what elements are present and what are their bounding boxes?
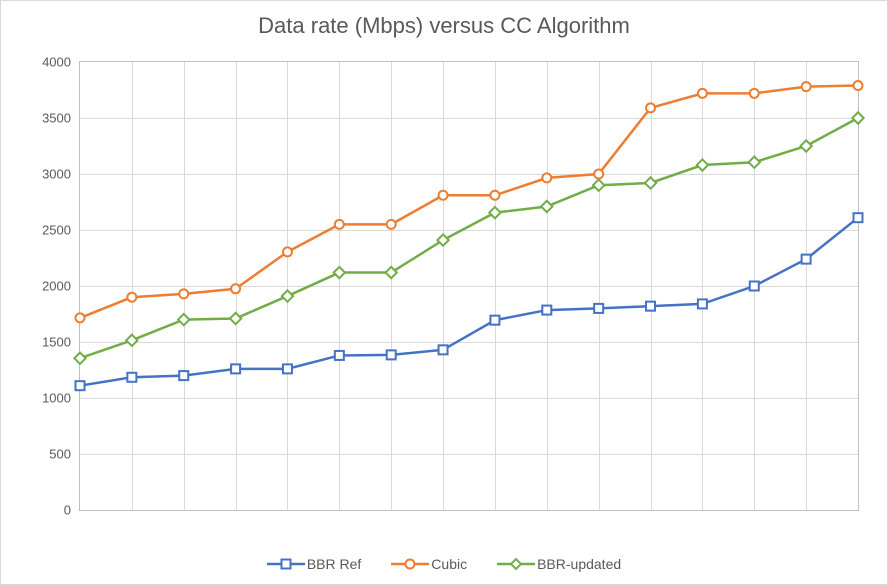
series-line [80,218,858,386]
square-open-icon [267,557,305,571]
legend-item-cubic: Cubic [391,556,467,572]
y-tick-label: 0 [11,503,71,518]
legend: BBR Ref Cubic BBR-updated [1,556,887,572]
chart-title: Data rate (Mbps) versus CC Algorithm [1,13,887,39]
series-line [80,118,858,358]
series-layer [80,62,858,510]
series-line [80,86,858,318]
y-tick-label: 1000 [11,391,71,406]
legend-item-bbr-ref: BBR Ref [267,556,361,572]
y-tick-label: 2500 [11,223,71,238]
diamond-open-icon [497,557,535,571]
y-tick-label: 2000 [11,279,71,294]
legend-label: BBR-updated [537,556,621,572]
legend-label: BBR Ref [307,556,361,572]
y-tick-label: 3000 [11,167,71,182]
legend-item-bbr-updated: BBR-updated [497,556,621,572]
plot-area [79,61,859,511]
legend-label: Cubic [431,556,467,572]
y-tick-label: 1500 [11,335,71,350]
y-tick-label: 4000 [11,55,71,70]
circle-open-icon [391,557,429,571]
chart-container: Data rate (Mbps) versus CC Algorithm 0 50… [0,0,888,585]
y-tick-label: 3500 [11,111,71,126]
y-tick-label: 500 [11,447,71,462]
